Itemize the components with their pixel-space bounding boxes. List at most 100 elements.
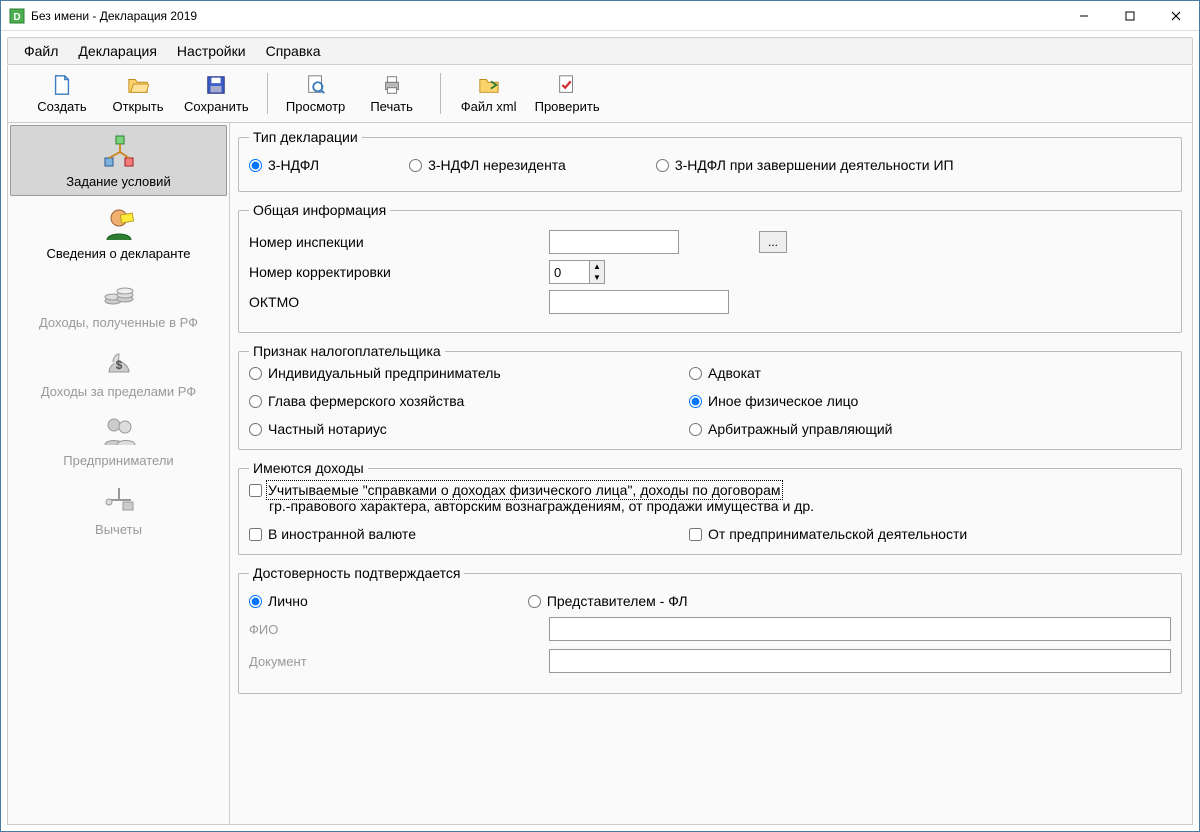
sidebar-entrepreneurs-label: Предприниматели (63, 453, 173, 468)
group-income-legend: Имеются доходы (249, 460, 368, 476)
label-correction: Номер корректировки (249, 264, 539, 280)
radio-arbitration-manager-input[interactable] (689, 423, 702, 436)
label-document: Документ (249, 654, 539, 669)
toolbar-print-label: Печать (370, 99, 413, 114)
radio-other-individual-input[interactable] (689, 395, 702, 408)
sidebar-item-income-abroad[interactable]: $ Доходы за пределами РФ (8, 336, 229, 405)
radio-3ndfl-nonresident-input[interactable] (409, 159, 422, 172)
toolbar-open-label: Открыть (112, 99, 163, 114)
toolbar-print[interactable]: Печать (362, 73, 422, 114)
radio-notary[interactable]: Частный нотариус (249, 421, 689, 437)
check-income-certificates[interactable]: Учитываемые "справками о доходах физичес… (249, 482, 1171, 498)
spinner-correction[interactable]: ▲ ▼ (549, 260, 749, 284)
browse-inspection-button[interactable]: ... (759, 231, 787, 253)
toolbar-preview[interactable]: Просмотр (286, 73, 346, 114)
radio-individual-entrepreneur[interactable]: Индивидуальный предприниматель (249, 365, 689, 381)
input-inspection[interactable] (549, 230, 679, 254)
sidebar-deductions-label: Вычеты (95, 522, 142, 537)
sidebar-item-declarant[interactable]: Сведения о декларанте (8, 198, 229, 267)
radio-lawyer[interactable]: Адвокат (689, 365, 1171, 381)
close-button[interactable] (1153, 1, 1199, 31)
label-oktmo: ОКТМО (249, 294, 539, 310)
group-confirmation-legend: Достоверность подтверждается (249, 565, 464, 581)
group-declaration-type-legend: Тип декларации (249, 129, 362, 145)
group-declaration-type: Тип декларации 3-НДФЛ 3-НДФЛ нерезидента… (238, 129, 1182, 192)
toolbar-file-xml[interactable]: Файл xml (459, 73, 519, 114)
radio-personally-input[interactable] (249, 595, 262, 608)
sidebar-declarant-label: Сведения о декларанте (47, 246, 191, 261)
conditions-icon (99, 132, 139, 172)
preview-icon (304, 73, 328, 97)
toolbar-save-label: Сохранить (184, 99, 249, 114)
check-foreign-currency[interactable]: В иностранной валюте (249, 526, 689, 542)
menubar: Файл Декларация Настройки Справка (7, 37, 1193, 65)
radio-farm-head[interactable]: Глава фермерского хозяйства (249, 393, 689, 409)
window-title: Без имени - Декларация 2019 (31, 9, 1061, 23)
sidebar-item-entrepreneurs[interactable]: Предприниматели (8, 405, 229, 474)
sidebar-item-conditions[interactable]: Задание условий (10, 125, 227, 196)
declarant-icon (99, 204, 139, 244)
toolbar-create[interactable]: Создать (32, 73, 92, 114)
menu-help[interactable]: Справка (256, 39, 331, 63)
toolbar-file-xml-label: Файл xml (461, 99, 517, 114)
sidebar-conditions-label: Задание условий (66, 174, 170, 189)
maximize-button[interactable] (1107, 1, 1153, 31)
income-certificates-subtext: гр.-правового характера, авторским возна… (269, 498, 1171, 514)
print-icon (380, 73, 404, 97)
group-taxpayer-legend: Признак налогоплательщика (249, 343, 445, 359)
input-document[interactable] (549, 649, 1171, 673)
sidebar-item-income-rf[interactable]: Доходы, полученные в РФ (8, 267, 229, 336)
new-file-icon (50, 73, 74, 97)
radio-representative-input[interactable] (528, 595, 541, 608)
input-oktmo[interactable] (549, 290, 729, 314)
save-icon (204, 73, 228, 97)
spinner-up[interactable]: ▲ (590, 261, 604, 272)
input-correction[interactable] (549, 260, 589, 284)
spinner-down[interactable]: ▼ (590, 272, 604, 283)
input-fio[interactable] (549, 617, 1171, 641)
income-abroad-icon: $ (99, 342, 139, 382)
toolbar-open[interactable]: Открыть (108, 73, 168, 114)
main-form: Тип декларации 3-НДФЛ 3-НДФЛ нерезидента… (230, 123, 1192, 824)
group-income: Имеются доходы Учитываемые "справками о … (238, 460, 1182, 555)
folder-open-icon (126, 73, 150, 97)
xml-file-icon (477, 73, 501, 97)
check-income-certificates-input[interactable] (249, 484, 262, 497)
check-foreign-currency-input[interactable] (249, 528, 262, 541)
menu-settings[interactable]: Настройки (167, 39, 256, 63)
label-inspection: Номер инспекции (249, 234, 539, 250)
sidebar: Задание условий Сведения о декларанте До… (8, 123, 230, 824)
group-general-info: Общая информация Номер инспекции ... Ном… (238, 202, 1182, 333)
toolbar-check[interactable]: Проверить (535, 73, 600, 114)
check-entrepreneur-activity-input[interactable] (689, 528, 702, 541)
svg-text:$: $ (115, 358, 122, 372)
svg-text:D: D (13, 12, 20, 23)
toolbar-save[interactable]: Сохранить (184, 73, 249, 114)
radio-individual-entrepreneur-input[interactable] (249, 367, 262, 380)
radio-representative[interactable]: Представителем - ФЛ (528, 593, 688, 609)
radio-other-individual[interactable]: Иное физическое лицо (689, 393, 1171, 409)
radio-3ndfl-ip-input[interactable] (656, 159, 669, 172)
radio-personally[interactable]: Лично (249, 593, 308, 609)
menu-declaration[interactable]: Декларация (68, 39, 167, 63)
radio-3ndfl-nonresident[interactable]: 3-НДФЛ нерезидента (409, 157, 566, 173)
minimize-button[interactable] (1061, 1, 1107, 31)
radio-farm-head-input[interactable] (249, 395, 262, 408)
group-general-info-legend: Общая информация (249, 202, 390, 218)
menu-file[interactable]: Файл (14, 39, 68, 63)
check-entrepreneur-activity[interactable]: От предпринимательской деятельности (689, 526, 1171, 542)
toolbar-create-label: Создать (37, 99, 86, 114)
radio-lawyer-input[interactable] (689, 367, 702, 380)
radio-3ndfl-ip[interactable]: 3-НДФЛ при завершении деятельности ИП (656, 157, 954, 173)
toolbar: Создать Открыть Сохранить Просмо (7, 65, 1193, 123)
group-confirmation: Достоверность подтверждается Лично Предс… (238, 565, 1182, 694)
entrepreneurs-icon (99, 411, 139, 451)
radio-arbitration-manager[interactable]: Арбитражный управляющий (689, 421, 1171, 437)
check-icon (555, 73, 579, 97)
sidebar-item-deductions[interactable]: Вычеты (8, 474, 229, 543)
toolbar-preview-label: Просмотр (286, 99, 345, 114)
radio-notary-input[interactable] (249, 423, 262, 436)
radio-3ndfl-input[interactable] (249, 159, 262, 172)
radio-3ndfl[interactable]: 3-НДФЛ (249, 157, 319, 173)
group-taxpayer: Признак налогоплательщика Индивидуальный… (238, 343, 1182, 450)
